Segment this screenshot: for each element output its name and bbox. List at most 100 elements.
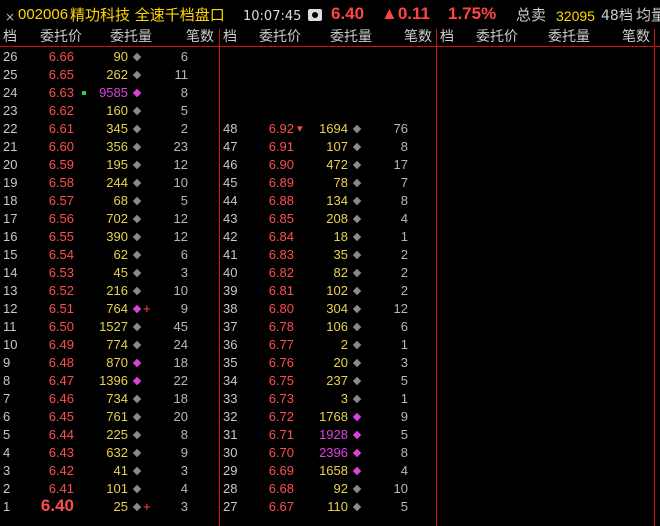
- count-cell: 3: [180, 463, 188, 478]
- order-row[interactable]: 32 6.72 1768 9: [220, 408, 436, 426]
- order-row[interactable]: 4 6.43 632 9: [0, 444, 216, 462]
- level-cell: 6: [3, 409, 11, 424]
- order-row[interactable]: 44 6.88 134 8: [220, 192, 436, 210]
- volume-cell: 356: [106, 139, 128, 154]
- count-cell: 5: [400, 427, 408, 442]
- close-icon[interactable]: ×: [5, 7, 15, 27]
- volume-marker-icon: [132, 250, 142, 260]
- order-row[interactable]: 27 6.67 110 5: [220, 498, 436, 516]
- order-row[interactable]: 33 6.73 3 1: [220, 390, 436, 408]
- order-row[interactable]: 5 6.44 225 8: [0, 426, 216, 444]
- price-cell: 6.81: [268, 283, 294, 298]
- level-cell: 31: [223, 427, 238, 442]
- order-row[interactable]: 48 6.92 1694 76 ▾: [220, 120, 436, 138]
- order-row[interactable]: 34 6.75 237 5: [220, 372, 436, 390]
- order-row[interactable]: 47 6.91 107 8: [220, 138, 436, 156]
- price-cell: 6.42: [48, 463, 74, 478]
- volume-marker-icon: [132, 340, 142, 350]
- count-cell: 5: [180, 193, 188, 208]
- count-cell: 8: [180, 427, 188, 442]
- order-row[interactable]: 43 6.85 208 4: [220, 210, 436, 228]
- volume-marker-icon: [352, 214, 362, 224]
- order-row[interactable]: 26 6.66 90 6: [0, 48, 216, 66]
- order-row[interactable]: 8 6.47 1396 22: [0, 372, 216, 390]
- order-row[interactable]: 9 6.48 870 18: [0, 354, 216, 372]
- order-row[interactable]: 46 6.90 472 17: [220, 156, 436, 174]
- level-cell: 13: [3, 283, 18, 298]
- volume-cell: 82: [333, 265, 348, 280]
- order-row[interactable]: 21 6.60 356 23: [0, 138, 216, 156]
- order-row[interactable]: 15 6.54 62 6: [0, 246, 216, 264]
- order-row[interactable]: 2 6.41 101 4: [0, 480, 216, 498]
- order-row[interactable]: 23 6.62 160 5: [0, 102, 216, 120]
- title-bar: × 002006 精功科技 全速千档盘口 10:07:45 6.40 ▲0.11…: [0, 0, 660, 29]
- order-row[interactable]: 38 6.80 304 12: [220, 300, 436, 318]
- order-row[interactable]: 30 6.70 2396 8: [220, 444, 436, 462]
- order-row[interactable]: 14 6.53 45 3: [0, 264, 216, 282]
- camera-icon[interactable]: [308, 9, 322, 21]
- volume-cell: 20: [333, 355, 348, 370]
- count-cell: 8: [400, 139, 408, 154]
- price-cell: 6.92: [268, 121, 294, 136]
- order-row[interactable]: 1 6.40 25 3 +: [0, 497, 216, 516]
- count-cell: 20: [173, 409, 188, 424]
- order-row[interactable]: 28 6.68 92 10: [220, 480, 436, 498]
- header-level: 档: [440, 29, 454, 45]
- volume-marker-icon: [352, 286, 362, 296]
- count-cell: 10: [173, 283, 188, 298]
- order-row[interactable]: 12 6.51 764 9 +: [0, 300, 216, 318]
- volume-cell: 1768: [319, 409, 348, 424]
- level-cell: 22: [3, 121, 18, 136]
- header-level: 档: [3, 29, 17, 45]
- count-cell: 12: [393, 301, 408, 316]
- panel-divider: [654, 29, 655, 526]
- order-row[interactable]: 16 6.55 390 12: [0, 228, 216, 246]
- level-cell: 23: [3, 103, 18, 118]
- order-row[interactable]: 13 6.52 216 10: [0, 282, 216, 300]
- order-row[interactable]: 35 6.76 20 3: [220, 354, 436, 372]
- order-row[interactable]: 19 6.58 244 10: [0, 174, 216, 192]
- order-row[interactable]: 6 6.45 761 20: [0, 408, 216, 426]
- count-cell: 1: [400, 391, 408, 406]
- order-row[interactable]: 25 6.65 262 11: [0, 66, 216, 84]
- order-row[interactable]: 31 6.71 1928 5: [220, 426, 436, 444]
- level-cell: 32: [223, 409, 238, 424]
- order-row[interactable]: 17 6.56 702 12: [0, 210, 216, 228]
- volume-marker-icon: [132, 196, 142, 206]
- order-row[interactable]: 37 6.78 106 6: [220, 318, 436, 336]
- level-cell: 43: [223, 211, 238, 226]
- order-row[interactable]: 45 6.89 78 7: [220, 174, 436, 192]
- total-sell-label: 总卖: [516, 6, 547, 24]
- count-cell: 6: [180, 49, 188, 64]
- order-row[interactable]: 42 6.84 18 1: [220, 228, 436, 246]
- order-row[interactable]: 22 6.61 345 2: [0, 120, 216, 138]
- order-row[interactable]: 11 6.50 1527 45: [0, 318, 216, 336]
- price-cell: 6.68: [268, 481, 294, 496]
- order-row[interactable]: 39 6.81 102 2: [220, 282, 436, 300]
- order-row[interactable]: 20 6.59 195 12: [0, 156, 216, 174]
- volume-marker-icon: [352, 484, 362, 494]
- order-row[interactable]: 40 6.82 82 2: [220, 264, 436, 282]
- volume-cell: 237: [326, 373, 348, 388]
- price-cell: 6.61: [48, 121, 74, 136]
- order-row[interactable]: 18 6.57 68 5: [0, 192, 216, 210]
- level-cell: 42: [223, 229, 238, 244]
- price-cell: 6.49: [48, 337, 74, 352]
- order-row[interactable]: 36 6.77 2 1: [220, 336, 436, 354]
- price-change: ▲0.11: [381, 4, 430, 23]
- order-row[interactable]: 7 6.46 734 18: [0, 390, 216, 408]
- level-cell: 7: [3, 391, 11, 406]
- volume-cell: 1527: [99, 319, 128, 334]
- count-cell: 3: [180, 499, 188, 514]
- header-count: 笔数: [622, 29, 650, 45]
- order-row[interactable]: 24 6.63 9585 8: [0, 84, 216, 102]
- order-row[interactable]: 41 6.83 35 2: [220, 246, 436, 264]
- volume-marker-icon: [352, 430, 362, 440]
- order-row[interactable]: 10 6.49 774 24: [0, 336, 216, 354]
- order-row[interactable]: 3 6.42 41 3: [0, 462, 216, 480]
- level-cell: 20: [3, 157, 18, 172]
- count-cell: 24: [173, 337, 188, 352]
- order-row[interactable]: 29 6.69 1658 4: [220, 462, 436, 480]
- level-cell: 3: [3, 463, 11, 478]
- level-cell: 41: [223, 247, 238, 262]
